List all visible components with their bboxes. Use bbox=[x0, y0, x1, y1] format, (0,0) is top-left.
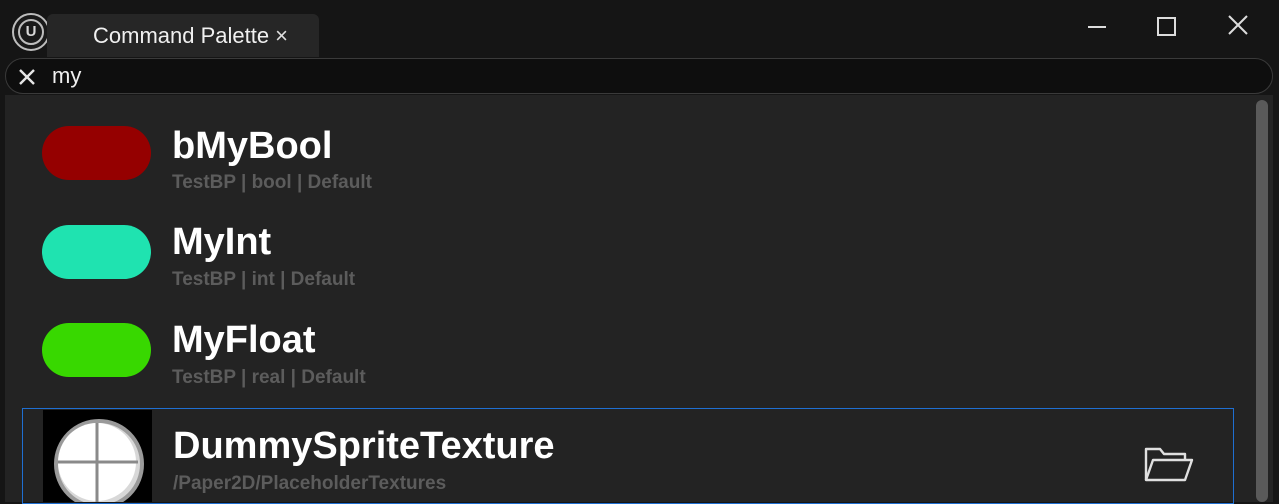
bool-pin-icon bbox=[42, 126, 151, 180]
result-subtitle: TestBP | int | Default bbox=[172, 269, 356, 290]
result-item-dummyspritetexture[interactable]: DummySpriteTexture /Paper2D/PlaceholderT… bbox=[22, 408, 1234, 504]
scrollbar[interactable] bbox=[1256, 100, 1268, 502]
result-subtitle: /Paper2D/PlaceholderTextures bbox=[173, 473, 447, 494]
search-bar bbox=[5, 58, 1273, 94]
title-bar: U Command Palette × bbox=[0, 0, 1279, 57]
tab-command-palette[interactable]: Command Palette × bbox=[47, 14, 319, 57]
search-input[interactable] bbox=[52, 61, 1252, 91]
clear-icon bbox=[19, 69, 35, 85]
result-title: MyInt bbox=[172, 221, 272, 263]
unreal-engine-logo-icon: U bbox=[12, 13, 50, 51]
tab-label: Command Palette bbox=[93, 22, 270, 48]
result-title: bMyBool bbox=[172, 125, 333, 167]
browse-to-asset-button[interactable] bbox=[1143, 443, 1195, 485]
clear-search-button[interactable] bbox=[16, 66, 38, 88]
maximize-button[interactable] bbox=[1146, 10, 1188, 42]
result-subtitle: TestBP | bool | Default bbox=[172, 172, 372, 193]
tab-close-icon[interactable]: × bbox=[275, 23, 288, 49]
int-pin-icon bbox=[42, 225, 151, 279]
result-subtitle: TestBP | real | Default bbox=[172, 367, 366, 388]
result-item-bmybool[interactable]: bMyBool TestBP | bool | Default bbox=[22, 105, 1234, 201]
open-folder-icon bbox=[1144, 447, 1194, 482]
scrollbar-thumb[interactable] bbox=[1256, 100, 1268, 502]
result-title: DummySpriteTexture bbox=[173, 425, 555, 467]
minimize-button[interactable] bbox=[1075, 10, 1117, 42]
maximize-icon bbox=[1157, 17, 1176, 36]
texture-thumbnail-icon bbox=[43, 410, 152, 502]
result-item-myfloat[interactable]: MyFloat TestBP | real | Default bbox=[22, 301, 1234, 397]
close-icon bbox=[1228, 15, 1248, 35]
results-list: bMyBool TestBP | bool | Default MyInt Te… bbox=[5, 95, 1273, 504]
minimize-icon bbox=[1088, 26, 1106, 28]
result-title: MyFloat bbox=[172, 319, 316, 361]
result-item-myint[interactable]: MyInt TestBP | int | Default bbox=[22, 203, 1234, 299]
float-pin-icon bbox=[42, 323, 151, 377]
close-window-button[interactable] bbox=[1218, 10, 1260, 42]
logo-glyph: U bbox=[18, 19, 44, 45]
